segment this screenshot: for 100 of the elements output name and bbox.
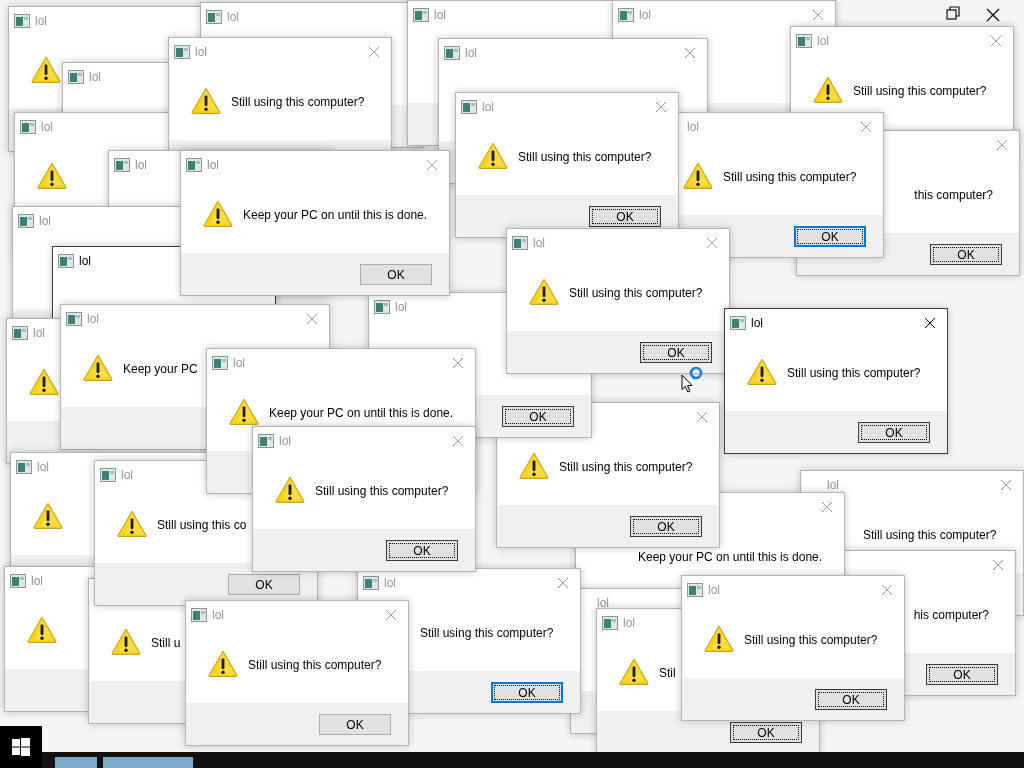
app-window-icon: [512, 236, 528, 250]
warning-icon: [208, 650, 238, 677]
window-title: lol: [597, 596, 609, 610]
ok-button[interactable]: OK: [858, 422, 930, 443]
app-window-icon: [58, 254, 74, 268]
window-title: lol: [817, 34, 829, 48]
app-window-icon: [14, 14, 30, 28]
ok-button[interactable]: OK: [491, 682, 563, 703]
dialog-message: this computer?: [914, 187, 993, 203]
warning-icon: [111, 628, 141, 655]
dialog-message: Keep your PC on until this is done.: [243, 207, 428, 223]
dialog-message: Keep your PC: [123, 361, 198, 377]
window-title: lol: [37, 460, 49, 474]
window-title: lol: [212, 608, 224, 622]
app-window-icon: [100, 468, 116, 482]
window-title: lol: [623, 616, 635, 630]
ok-button[interactable]: OK: [640, 342, 712, 363]
window-title: lol: [41, 120, 53, 134]
window-title: lol: [79, 254, 91, 268]
window-title: lol: [33, 326, 45, 340]
dialog-message: Stil: [659, 665, 676, 681]
window-title: lol: [395, 300, 407, 314]
dialog-message: Still using this computer?: [420, 625, 554, 641]
ok-button[interactable]: OK: [630, 516, 702, 537]
dialog-message: Still using this computer?: [248, 657, 382, 673]
app-window-icon: [20, 120, 36, 134]
app-window-icon: [66, 312, 82, 326]
ok-button[interactable]: OK: [502, 406, 574, 427]
start-button[interactable]: [0, 726, 42, 768]
dialog-message: Still using this computer?: [315, 483, 449, 499]
window-title: lol: [384, 576, 396, 590]
ok-button[interactable]: OK: [386, 540, 458, 561]
dialog-message: Still using this computer?: [559, 459, 693, 475]
dialog-message: Still using this computer?: [518, 149, 652, 165]
close-icon[interactable]: [924, 317, 936, 329]
warning-icon: [191, 87, 221, 114]
warning-icon: [529, 278, 559, 305]
warning-icon: [275, 476, 305, 503]
warning-icon: [27, 616, 57, 643]
ok-button[interactable]: OK: [589, 206, 661, 227]
window-title: lol: [39, 214, 51, 228]
dialog-message: Still using this computer?: [787, 365, 921, 381]
window-title: lol: [135, 158, 147, 172]
warning-icon: [747, 358, 777, 385]
window-title: lol: [687, 120, 699, 134]
warning-icon: [704, 625, 734, 652]
ok-button[interactable]: OK: [730, 722, 802, 743]
ok-button[interactable]: OK: [930, 244, 1002, 265]
warning-icon: [33, 502, 63, 529]
app-window-icon: [186, 158, 202, 172]
app-window-icon: [374, 300, 390, 314]
dialog-message: Still using this computer?: [863, 527, 997, 543]
window-title: lol: [533, 236, 545, 250]
window-title: lol: [751, 316, 763, 330]
window-title: lol: [465, 46, 477, 60]
ok-button[interactable]: OK: [228, 574, 300, 595]
app-window-icon: [602, 616, 618, 630]
app-window-icon: [174, 45, 190, 59]
window-title: lol: [639, 8, 651, 22]
window-title: lol: [35, 14, 47, 28]
app-window-icon: [10, 574, 26, 588]
close-icon[interactable]: [986, 8, 1000, 22]
dialog-message: Keep your PC on until this is done.: [638, 549, 823, 565]
ok-button[interactable]: OK: [926, 664, 998, 685]
app-window-icon: [618, 8, 634, 22]
warning-icon: [229, 398, 259, 425]
app-window-icon: [191, 608, 207, 622]
ok-button[interactable]: OK: [794, 226, 866, 247]
windows-logo-icon: [12, 738, 30, 756]
app-window-icon: [68, 70, 84, 84]
window-title: lol: [279, 434, 291, 448]
app-window-icon: [18, 214, 34, 228]
app-window-icon: [413, 8, 429, 22]
app-window-icon: [444, 46, 460, 60]
window-title: lol: [31, 574, 43, 588]
restore-icon[interactable]: [946, 6, 960, 20]
warning-icon: [619, 658, 649, 685]
app-window-icon: [363, 576, 379, 590]
dialog-message: Still u: [151, 635, 181, 651]
warning-icon: [519, 452, 549, 479]
window-title: lol: [121, 468, 133, 482]
ok-button[interactable]: OK: [319, 714, 391, 735]
window-title: lol: [827, 478, 839, 492]
warning-icon: [29, 368, 59, 395]
app-window-icon: [16, 460, 32, 474]
warning-icon: [203, 200, 233, 227]
app-window-icon: [796, 34, 812, 48]
dialog-message: Still using this computer?: [569, 285, 703, 301]
warning-icon: [478, 142, 508, 169]
app-window-icon: [258, 434, 274, 448]
ok-button[interactable]: OK: [815, 689, 887, 710]
app-window-icon: [687, 583, 703, 597]
ok-button[interactable]: OK: [360, 264, 432, 285]
busy-ring-icon: [689, 366, 703, 380]
app-window-icon: [212, 356, 228, 370]
dialog-message: Still using this computer?: [723, 169, 857, 185]
app-window-icon: [206, 10, 222, 24]
window-title: lol: [207, 158, 219, 172]
app-window-icon: [114, 158, 130, 172]
dialog-message: Keep your PC on until this is done.: [269, 405, 454, 421]
